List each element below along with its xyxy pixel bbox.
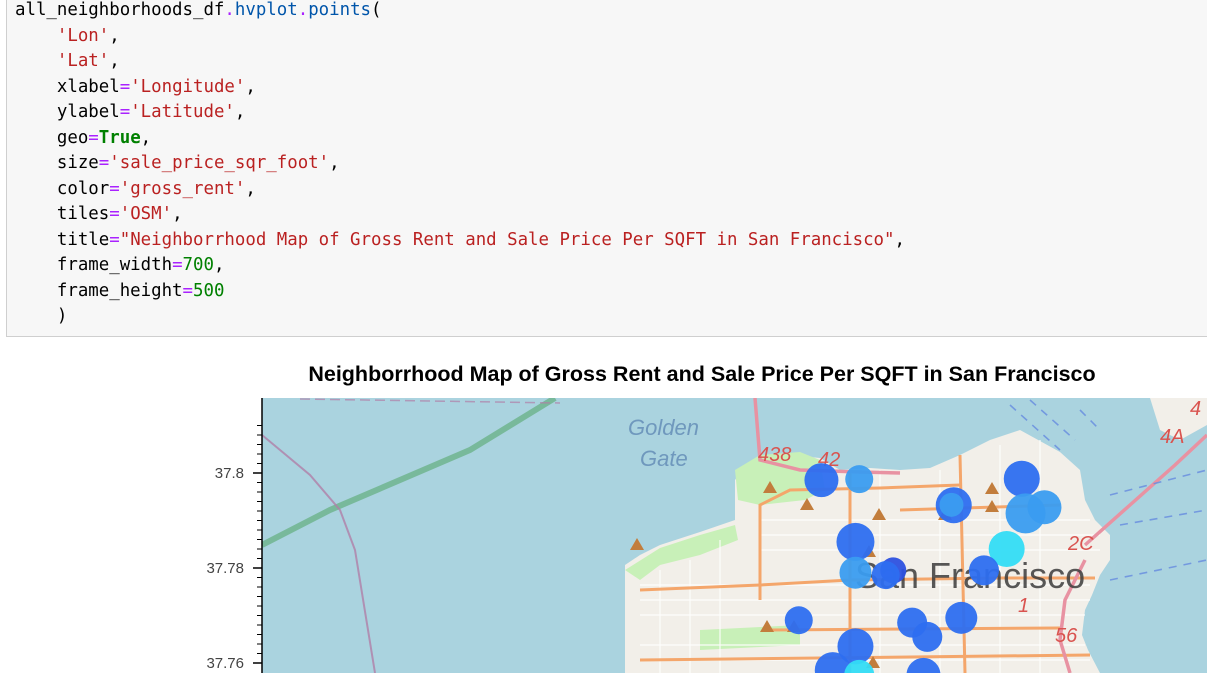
y-axis: 37.8 37.78 37.76 <box>206 398 263 673</box>
data-point[interactable] <box>804 463 839 498</box>
data-point[interactable] <box>871 561 900 590</box>
route-label-4a: 4A <box>1160 426 1184 448</box>
data-point[interactable] <box>939 492 964 517</box>
route-label-1: 1 <box>1018 595 1029 617</box>
y-tick-label: 37.76 <box>206 655 244 672</box>
route-label-438: 438 <box>758 444 791 466</box>
route-label-2c: 2C <box>1067 533 1094 555</box>
data-point[interactable] <box>839 556 872 589</box>
data-point[interactable] <box>912 621 943 652</box>
data-point[interactable] <box>945 601 978 634</box>
data-point[interactable] <box>968 555 999 586</box>
data-point[interactable] <box>836 522 875 561</box>
route-label-4: 4 <box>1190 398 1201 420</box>
map-label-gate: Gate <box>640 446 688 471</box>
map-label-golden: Golden <box>628 415 699 440</box>
data-point[interactable] <box>1003 460 1040 497</box>
y-tick-label: 37.8 <box>215 465 244 482</box>
y-tick-label: 37.78 <box>206 560 244 577</box>
data-point[interactable] <box>1027 490 1062 525</box>
data-point[interactable] <box>845 465 874 494</box>
osm-map-tiles: Golden Gate San Francisco 438 42 4 4A 2C… <box>262 398 1207 673</box>
data-point[interactable] <box>784 606 813 635</box>
map-plot[interactable]: Golden Gate San Francisco 438 42 4 4A 2C… <box>0 0 1207 673</box>
route-label-56: 56 <box>1055 625 1078 647</box>
